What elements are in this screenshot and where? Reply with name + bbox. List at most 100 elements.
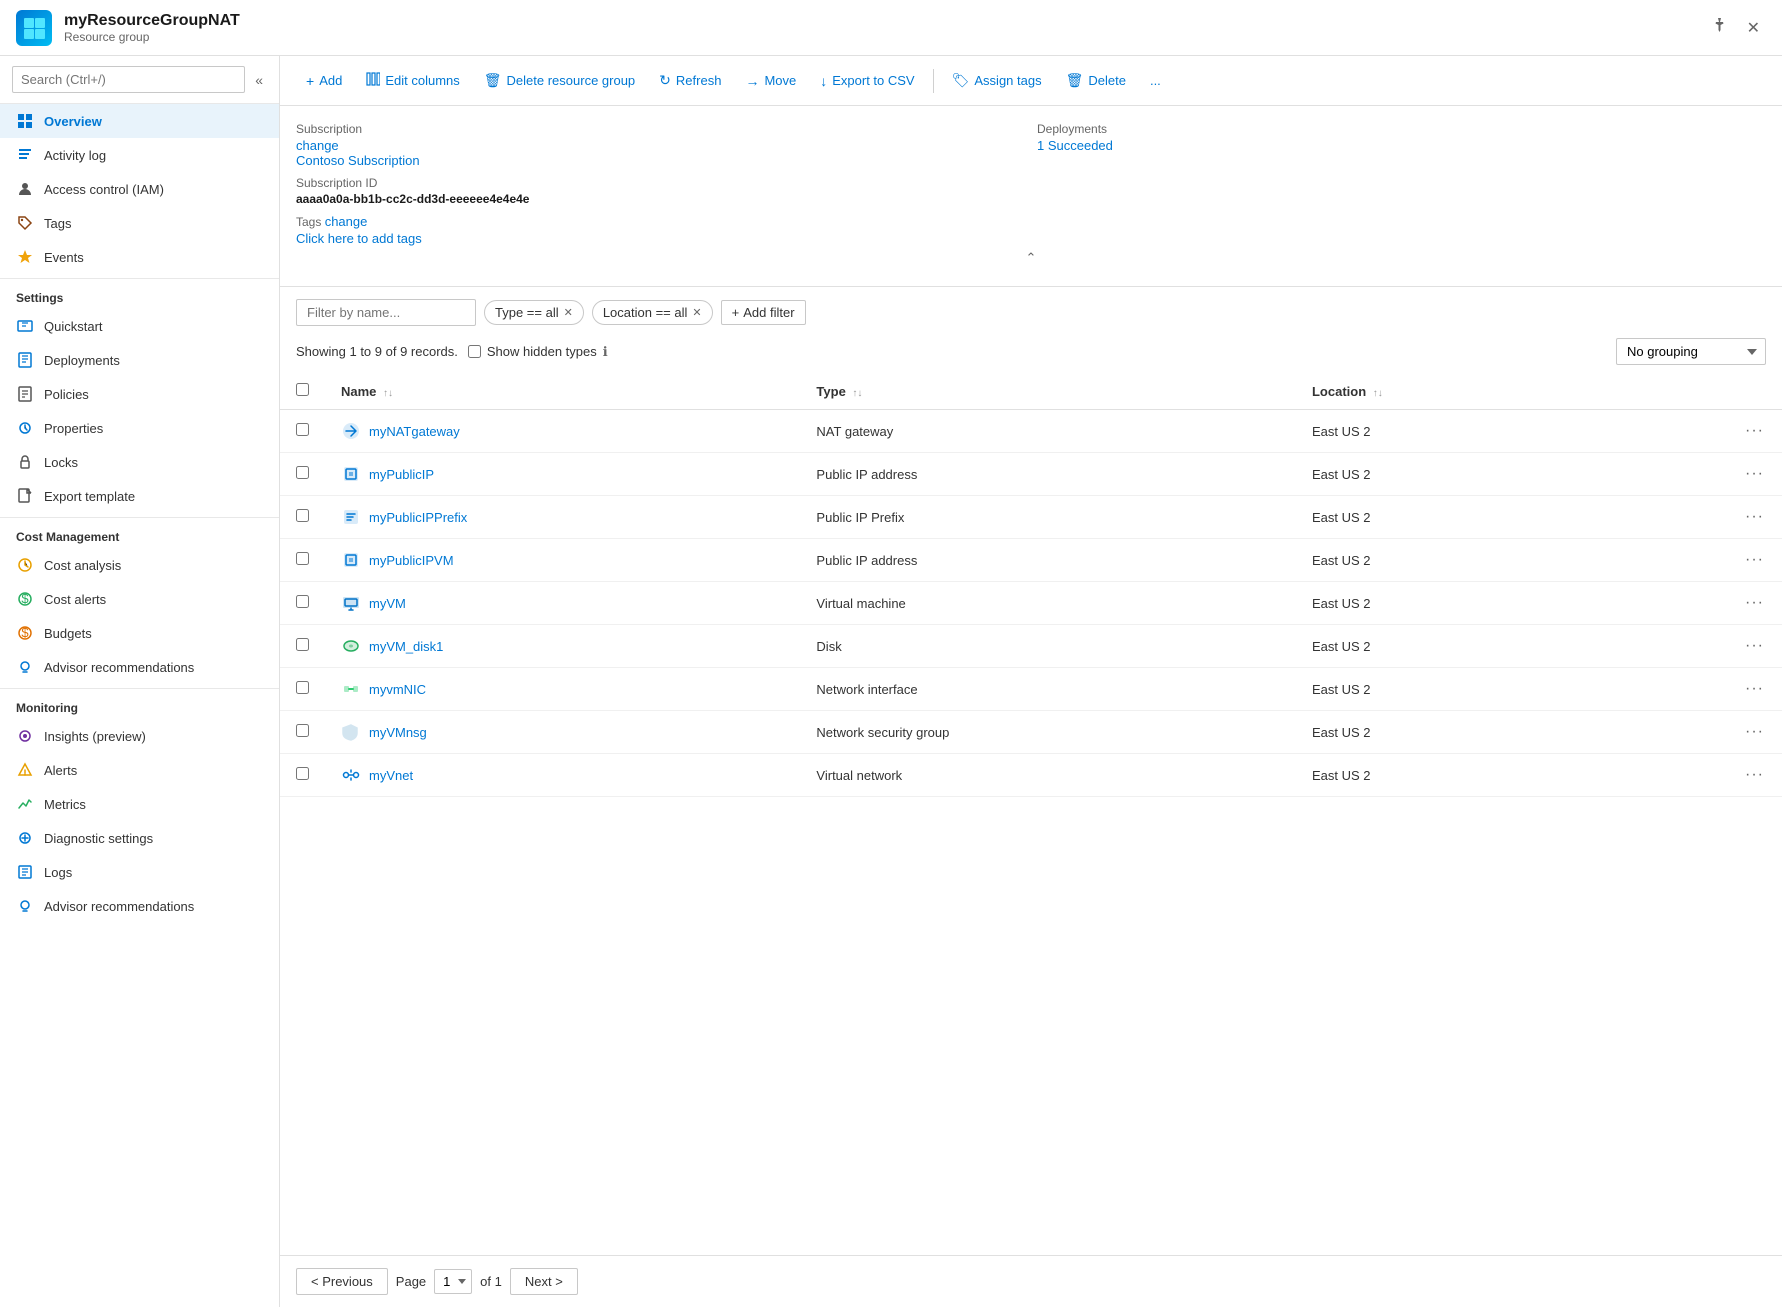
- sidebar-item-access-control[interactable]: Access control (IAM): [0, 172, 279, 206]
- row-checkbox[interactable]: [296, 724, 309, 737]
- row-checkbox[interactable]: [296, 595, 309, 608]
- resource-name-link[interactable]: myVnet: [369, 768, 413, 783]
- add-filter-button[interactable]: + Add filter: [721, 300, 806, 325]
- sidebar-item-policies[interactable]: Policies: [0, 377, 279, 411]
- sidebar-collapse-button[interactable]: «: [251, 70, 267, 90]
- sidebar-item-metrics[interactable]: Metrics: [0, 787, 279, 821]
- type-column-header[interactable]: Type ↑↓: [800, 373, 1296, 410]
- sidebar-item-locks[interactable]: Locks: [0, 445, 279, 479]
- select-all-header[interactable]: [280, 373, 325, 410]
- row-checkbox-cell[interactable]: [280, 453, 325, 496]
- move-button[interactable]: → Move: [735, 67, 806, 95]
- sidebar-item-properties[interactable]: Properties: [0, 411, 279, 445]
- pin-button[interactable]: [1705, 13, 1733, 42]
- resource-name-link[interactable]: myvmNIC: [369, 682, 426, 697]
- sidebar-item-advisor-monitoring[interactable]: Advisor recommendations: [0, 889, 279, 923]
- sidebar-item-advisor[interactable]: Advisor recommendations: [0, 650, 279, 684]
- activity-log-icon: [16, 146, 34, 164]
- refresh-button[interactable]: ↻ Refresh: [649, 66, 731, 95]
- row-checkbox-cell[interactable]: [280, 754, 325, 797]
- sidebar-item-cost-analysis[interactable]: Cost analysis: [0, 548, 279, 582]
- sidebar-item-tags[interactable]: Tags: [0, 206, 279, 240]
- select-all-checkbox[interactable]: [296, 383, 309, 396]
- type-filter-close[interactable]: ✕: [564, 306, 573, 319]
- sidebar-item-export-template[interactable]: Export template: [0, 479, 279, 513]
- info-grid: Subscription change Contoso Subscription…: [296, 122, 1766, 246]
- row-checkbox[interactable]: [296, 509, 309, 522]
- page-number-select[interactable]: 1: [434, 1269, 472, 1294]
- resource-name-link[interactable]: myPublicIPVM: [369, 553, 454, 568]
- type-filter-chip[interactable]: Type == all ✕: [484, 300, 584, 325]
- collapse-info-button[interactable]: ⌃: [296, 246, 1766, 270]
- row-more-button[interactable]: ···: [1739, 463, 1770, 485]
- type-cell: Public IP address: [800, 539, 1296, 582]
- name-column-header[interactable]: Name ↑↓: [325, 373, 800, 410]
- sidebar-item-budgets[interactable]: $ Budgets: [0, 616, 279, 650]
- sidebar-item-alerts[interactable]: Alerts: [0, 753, 279, 787]
- row-more-button[interactable]: ···: [1739, 764, 1770, 786]
- tags-add-link[interactable]: Click here to add tags: [296, 231, 422, 246]
- row-checkbox[interactable]: [296, 681, 309, 694]
- deployments-link[interactable]: 1 Succeeded: [1037, 138, 1113, 153]
- previous-page-button[interactable]: < Previous: [296, 1268, 388, 1295]
- tags-change-link[interactable]: change: [325, 214, 368, 229]
- sidebar-item-events[interactable]: Events: [0, 240, 279, 274]
- row-checkbox[interactable]: [296, 423, 309, 436]
- sidebar-item-activity-log[interactable]: Activity log: [0, 138, 279, 172]
- resource-name-link[interactable]: myVM: [369, 596, 406, 611]
- resource-name-link[interactable]: myNATgateway: [369, 424, 460, 439]
- close-button[interactable]: ✕: [1741, 13, 1766, 42]
- delete-button[interactable]: 🗑 Delete: [1056, 66, 1136, 95]
- row-more-button[interactable]: ···: [1739, 678, 1770, 700]
- resource-name-link[interactable]: myPublicIP: [369, 467, 434, 482]
- row-checkbox[interactable]: [296, 552, 309, 565]
- resource-name-link[interactable]: myPublicIPPrefix: [369, 510, 467, 525]
- sidebar-item-logs[interactable]: Logs: [0, 855, 279, 889]
- grouping-select-container: No grouping: [1616, 338, 1766, 365]
- row-more-button[interactable]: ···: [1739, 549, 1770, 571]
- sidebar-item-label: Budgets: [44, 626, 92, 641]
- row-checkbox-cell[interactable]: [280, 496, 325, 539]
- resource-name-link[interactable]: myVM_disk1: [369, 639, 443, 654]
- resource-name-link[interactable]: myVMnsg: [369, 725, 427, 740]
- row-more-button[interactable]: ···: [1739, 420, 1770, 442]
- add-button[interactable]: + Add: [296, 67, 352, 95]
- sidebar-item-overview[interactable]: Overview: [0, 104, 279, 138]
- row-more-button[interactable]: ···: [1739, 506, 1770, 528]
- assign-tags-button[interactable]: 🏷 Assign tags: [942, 66, 1052, 95]
- row-checkbox[interactable]: [296, 466, 309, 479]
- row-checkbox[interactable]: [296, 638, 309, 651]
- edit-columns-button[interactable]: Edit columns: [356, 66, 469, 95]
- sidebar-item-diagnostic-settings[interactable]: Diagnostic settings: [0, 821, 279, 855]
- export-csv-button[interactable]: ↓ Export to CSV: [810, 67, 924, 95]
- search-input[interactable]: [12, 66, 245, 93]
- filter-by-name-input[interactable]: [296, 299, 476, 326]
- location-filter-chip[interactable]: Location == all ✕: [592, 300, 713, 325]
- subscription-name-link[interactable]: Contoso Subscription: [296, 153, 420, 168]
- row-checkbox-cell[interactable]: [280, 711, 325, 754]
- more-options-button[interactable]: ...: [1140, 67, 1171, 94]
- row-more-button[interactable]: ···: [1739, 635, 1770, 657]
- sidebar-item-deployments[interactable]: Deployments: [0, 343, 279, 377]
- delete-resource-group-button[interactable]: 🗑 Delete resource group: [474, 66, 645, 95]
- next-page-button[interactable]: Next >: [510, 1268, 578, 1295]
- row-checkbox-cell[interactable]: [280, 539, 325, 582]
- show-hidden-label[interactable]: Show hidden types ℹ: [468, 344, 608, 360]
- row-checkbox[interactable]: [296, 767, 309, 780]
- svg-text:$: $: [21, 591, 29, 606]
- subscription-change-link[interactable]: change: [296, 138, 339, 153]
- name-cell: myPublicIP: [325, 453, 800, 496]
- sidebar-item-insights[interactable]: Insights (preview): [0, 719, 279, 753]
- grouping-dropdown[interactable]: No grouping: [1616, 338, 1766, 365]
- row-checkbox-cell[interactable]: [280, 410, 325, 453]
- row-more-button[interactable]: ···: [1739, 721, 1770, 743]
- location-filter-close[interactable]: ✕: [692, 306, 701, 319]
- location-column-header[interactable]: Location ↑↓: [1296, 373, 1605, 410]
- row-checkbox-cell[interactable]: [280, 625, 325, 668]
- row-checkbox-cell[interactable]: [280, 668, 325, 711]
- show-hidden-checkbox[interactable]: [468, 345, 481, 358]
- sidebar-item-quickstart[interactable]: Quickstart: [0, 309, 279, 343]
- sidebar-item-cost-alerts[interactable]: $ Cost alerts: [0, 582, 279, 616]
- row-more-button[interactable]: ···: [1739, 592, 1770, 614]
- row-checkbox-cell[interactable]: [280, 582, 325, 625]
